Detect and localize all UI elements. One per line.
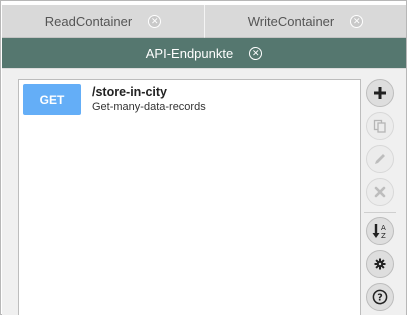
- endpoint-description: Get-many-data-records: [92, 101, 206, 113]
- tab-label: API-Endpunkte: [145, 45, 234, 61]
- app-frame: ReadContainer ✕ WriteContainer ✕ API-End…: [0, 0, 407, 315]
- tab-row-secondary: ReadContainer ✕ WriteContainer ✕: [2, 5, 406, 38]
- sort-az-icon: A Z: [372, 224, 386, 240]
- svg-text:?: ?: [377, 293, 383, 304]
- copy-button[interactable]: [366, 112, 394, 140]
- gear-icon: [374, 258, 386, 270]
- tab-row-active: API-Endpunkte ✕: [2, 38, 406, 68]
- endpoint-text: /store-in-city Get-many-data-records: [92, 84, 206, 122]
- tab-writecontainer[interactable]: WriteContainer ✕: [205, 5, 406, 38]
- close-icon[interactable]: ✕: [350, 14, 364, 28]
- svg-text:A: A: [381, 224, 386, 232]
- copy-icon: [373, 119, 386, 133]
- delete-x-icon: [374, 186, 386, 198]
- help-icon: ?: [372, 289, 388, 305]
- close-icon[interactable]: ✕: [249, 46, 263, 60]
- svg-text:Z: Z: [381, 232, 386, 240]
- add-button[interactable]: [366, 79, 394, 107]
- sort-button[interactable]: A Z: [366, 217, 394, 245]
- endpoints-panel: GET /store-in-city Get-many-data-records: [2, 68, 406, 315]
- delete-button[interactable]: [366, 178, 394, 206]
- edit-button[interactable]: [366, 145, 394, 173]
- settings-button[interactable]: [366, 250, 394, 278]
- plus-icon: [374, 87, 386, 99]
- list-item[interactable]: GET /store-in-city Get-many-data-records: [23, 84, 358, 122]
- tab-label: ReadContainer: [44, 13, 133, 29]
- help-button[interactable]: ?: [366, 283, 394, 311]
- endpoint-path: /store-in-city: [92, 85, 168, 99]
- tab-label: WriteContainer: [247, 13, 335, 29]
- method-badge: GET: [23, 84, 81, 115]
- pencil-icon: [375, 154, 385, 164]
- close-icon[interactable]: ✕: [148, 14, 162, 28]
- toolbar-divider: [364, 212, 396, 213]
- tab-readcontainer[interactable]: ReadContainer ✕: [2, 5, 205, 38]
- endpoint-list[interactable]: GET /store-in-city Get-many-data-records: [18, 79, 361, 315]
- tab-api-endpunkte[interactable]: API-Endpunkte ✕: [2, 38, 406, 68]
